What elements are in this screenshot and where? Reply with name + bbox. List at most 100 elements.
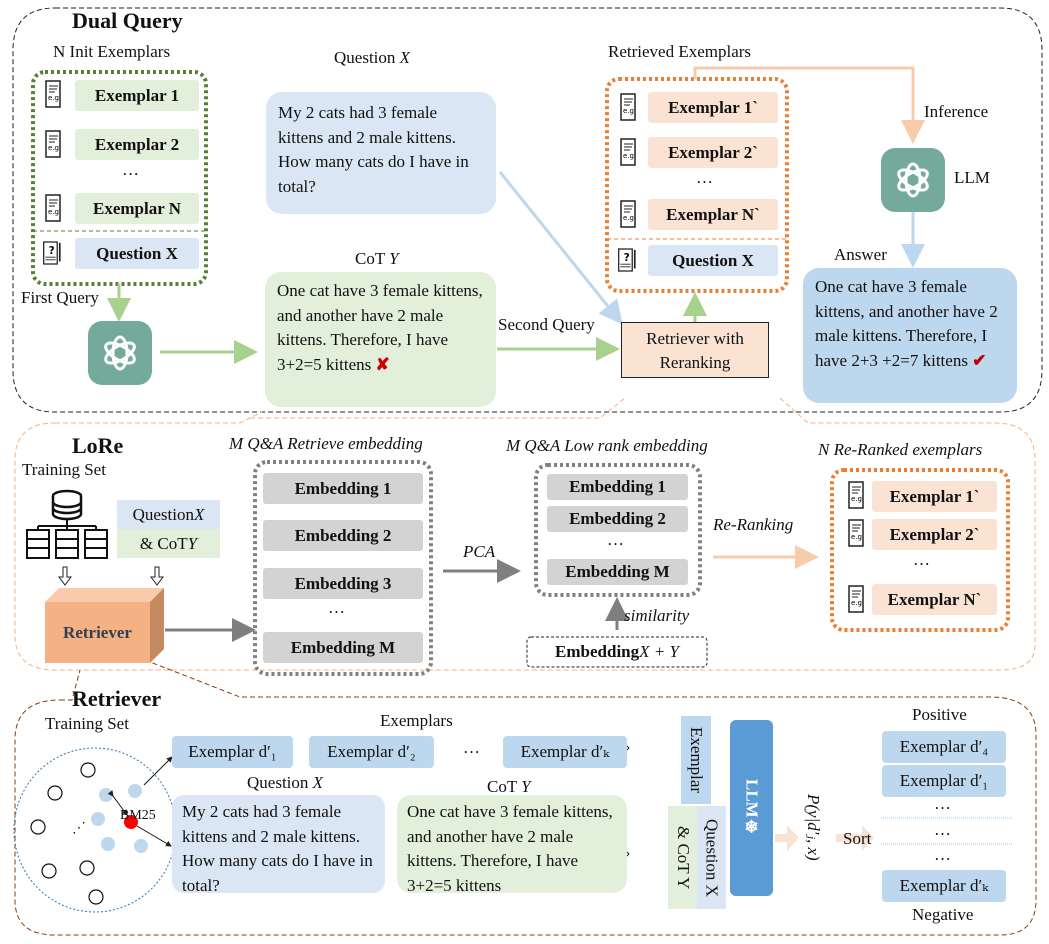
question-cot-card: Question X & CoT Y bbox=[117, 500, 220, 558]
lore-training-set-label: Training Set bbox=[22, 460, 106, 479]
qx-text: Question bbox=[132, 504, 194, 524]
cot-var: Y bbox=[389, 249, 399, 268]
lowrank-embedding-label: M Q&A Low rank embedding bbox=[506, 436, 708, 455]
answer-text: One cat have 3 female kittens, and anoth… bbox=[815, 277, 998, 370]
r-cot-heading-text: CoT bbox=[487, 777, 522, 796]
ellipsis: … bbox=[913, 550, 930, 569]
database-icon bbox=[26, 489, 108, 559]
retrieve-embedding-label: M Q&A Retrieve embedding bbox=[229, 434, 423, 453]
retriever-cube-label: Retriever bbox=[63, 622, 132, 642]
scroll-icon: e.g bbox=[620, 200, 636, 228]
svg-text:e.g: e.g bbox=[851, 599, 862, 607]
ellipsis: … bbox=[328, 598, 345, 617]
ellipsis: … bbox=[696, 168, 713, 187]
vertical-exemplar-chip: Exemplar bbox=[681, 716, 711, 804]
retrieved-exemplar-n: Exemplar N` bbox=[648, 199, 778, 230]
sort-label: Sort bbox=[843, 829, 872, 848]
retriever-question-bubble: My 2 cats had 3 female kittens and 2 mal… bbox=[172, 795, 385, 895]
answer-bubble: One cat have 3 female kittens, and anoth… bbox=[803, 268, 1017, 403]
scroll-icon: e.g bbox=[848, 519, 864, 547]
scroll-icon: e.g bbox=[848, 481, 864, 509]
cot-bubble: One cat have 3 female kittens, and anoth… bbox=[265, 272, 496, 407]
svg-text:?: ? bbox=[49, 246, 55, 257]
cot-y-heading: CoT Y bbox=[355, 249, 399, 269]
inference-label: Inference bbox=[924, 102, 989, 121]
exemplars-label: Exemplars bbox=[380, 711, 453, 730]
svg-text:e.g: e.g bbox=[48, 144, 59, 152]
retrieve-embedding-1: Embedding 1 bbox=[263, 473, 423, 504]
ellipsis: … bbox=[463, 738, 480, 757]
hollow-arrow-icon bbox=[150, 566, 164, 586]
question-heading-text: Question bbox=[334, 48, 400, 67]
scroll-icon: e.g bbox=[620, 93, 636, 121]
emb-xy-var: X + Y bbox=[639, 642, 679, 661]
question-x-row: Question X bbox=[117, 500, 220, 529]
ellipsis: … bbox=[607, 530, 624, 549]
positive-label: Positive bbox=[912, 705, 967, 724]
question-doc-icon: ? bbox=[43, 241, 61, 265]
r-question-var: X bbox=[312, 773, 324, 792]
init-exemplar-1: Exemplar 1 bbox=[75, 80, 199, 111]
openai-logo-icon bbox=[104, 335, 136, 371]
sorted-exemplar-d1: Exemplar d′₁ bbox=[882, 765, 1006, 797]
retrieved-question-chip: Question X bbox=[648, 245, 778, 276]
cy-text: & CoT bbox=[139, 533, 188, 553]
init-question-chip: Question X bbox=[75, 238, 199, 269]
sorted-exemplar-dk: Exemplar d′ₖ bbox=[882, 870, 1006, 902]
lore-title: LoRe bbox=[72, 433, 124, 458]
scroll-icon: e.g bbox=[45, 80, 61, 108]
retriever-cot-bubble: One cat have 3 female kittens, and anoth… bbox=[397, 795, 627, 895]
wrong-mark-icon: ✘ bbox=[375, 354, 390, 374]
hollow-arrow-icon bbox=[58, 566, 72, 586]
vertical-question-chip: Question X bbox=[697, 806, 726, 909]
reranked-exemplar-n: Exemplar N` bbox=[872, 584, 997, 615]
retriever-training-set-label: Training Set bbox=[45, 714, 129, 733]
scroll-icon: e.g bbox=[45, 130, 61, 158]
reranking-label: Re-Ranking bbox=[713, 515, 794, 534]
lowrank-embedding-1: Embedding 1 bbox=[547, 474, 688, 500]
bm25-label: BM25 bbox=[120, 808, 156, 823]
retrieve-embedding-3: Embedding 3 bbox=[263, 568, 423, 599]
reranked-label: N Re-Ranked exemplars bbox=[818, 440, 983, 459]
retrieve-embedding-2: Embedding 2 bbox=[263, 520, 423, 551]
svg-text:e.g: e.g bbox=[623, 152, 634, 160]
init-exemplar-n: Exemplar N bbox=[75, 193, 199, 224]
r-question-heading-text: Question bbox=[247, 773, 313, 792]
retrieved-exemplar-2: Exemplar 2` bbox=[648, 137, 778, 168]
negative-label: Negative bbox=[912, 905, 974, 924]
question-doc-icon: ? bbox=[618, 248, 636, 272]
reranked-exemplar-2: Exemplar 2` bbox=[872, 519, 997, 550]
llm-output-arrow bbox=[775, 825, 799, 851]
chatgpt-icon bbox=[88, 321, 152, 385]
dual-query-title: Dual Query bbox=[72, 8, 183, 33]
frozen-llm-block: LLM❄ bbox=[730, 720, 773, 896]
emb-xy-text: Embedding bbox=[555, 642, 640, 661]
scroll-icon: e.g bbox=[620, 138, 636, 166]
answer-label: Answer bbox=[834, 245, 887, 264]
svg-text:e.g: e.g bbox=[48, 94, 59, 102]
retriever-title: Retriever bbox=[72, 686, 162, 711]
init-exemplar-2: Exemplar 2 bbox=[75, 129, 199, 160]
retriever-cot-heading: CoT Y bbox=[487, 777, 531, 797]
lowrank-embedding-2: Embedding 2 bbox=[547, 506, 688, 532]
similarity-label: similarity bbox=[624, 606, 690, 625]
ellipsis: … bbox=[934, 845, 951, 864]
r-cot-var: Y bbox=[521, 777, 531, 796]
sorted-exemplar-d4: Exemplar d′₄ bbox=[882, 731, 1006, 763]
sample-points bbox=[30, 762, 104, 905]
lowrank-embedding-m: Embedding M bbox=[547, 559, 688, 585]
vertical-cot-chip: & CoT Y bbox=[668, 806, 698, 909]
second-query-label: Second Query bbox=[498, 315, 595, 334]
svg-text:⋰: ⋰ bbox=[72, 821, 86, 836]
svg-text:e.g: e.g bbox=[623, 214, 634, 222]
question-bubble: My 2 cats had 3 female kittens and 2 mal… bbox=[266, 92, 496, 214]
svg-text:e.g: e.g bbox=[851, 533, 862, 541]
retrieved-exemplars-label: Retrieved Exemplars bbox=[608, 42, 752, 61]
ellipsis: … bbox=[122, 160, 139, 179]
exemplar-dk: Exemplar d′ₖ bbox=[503, 736, 627, 768]
svg-text:e.g: e.g bbox=[623, 107, 634, 115]
retriever-question-heading: Question X bbox=[247, 773, 323, 793]
cy-var: Y bbox=[187, 533, 198, 553]
check-mark-icon: ✔ bbox=[972, 350, 987, 370]
embedding-xy-box: Embedding X + Y bbox=[527, 637, 707, 667]
